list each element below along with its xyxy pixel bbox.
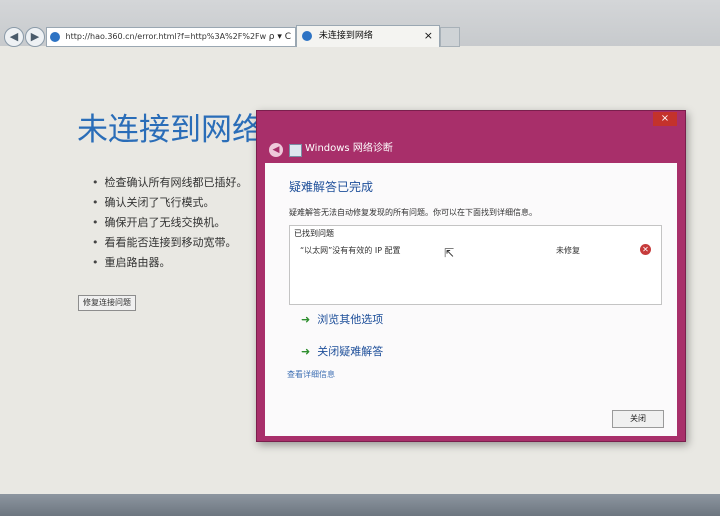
- back-arrow-icon[interactable]: ◀: [269, 143, 283, 157]
- back-icon[interactable]: ◀: [4, 27, 24, 47]
- option-close-troubleshooter[interactable]: ➜ 关闭疑难解答: [301, 343, 383, 359]
- tip-item: 看看能否连接到移动宽带。: [92, 233, 248, 253]
- dialog-body: 疑难解答已完成 疑难解答无法自动修复发现的所有问题。你可以在下面找到详细信息。 …: [265, 163, 677, 436]
- option-label: 关闭疑难解答: [317, 345, 384, 358]
- network-diagnostics-icon: [289, 144, 302, 157]
- error-icon: ✕: [640, 244, 651, 255]
- issues-panel: 已找到问题 “以太网”没有有效的 IP 配置 未修复 ✕ ⇱: [289, 225, 662, 305]
- tip-item: 确保开启了无线交换机。: [92, 213, 248, 233]
- address-text: http://hao.360.cn/error.html?f=http%3A%2…: [65, 32, 267, 41]
- forward-icon[interactable]: ▶: [25, 27, 45, 47]
- taskbar: [0, 494, 720, 516]
- address-bar[interactable]: http://hao.360.cn/error.html?f=http%3A%2…: [46, 27, 296, 47]
- mouse-cursor-icon: ⇱: [444, 246, 455, 260]
- repair-connection-button[interactable]: 修复连接问题: [78, 295, 136, 311]
- option-label: 浏览其他选项: [317, 313, 384, 326]
- tip-item: 检查确认所有网线都已插好。: [92, 173, 248, 193]
- dialog-close-icon[interactable]: ×: [653, 112, 677, 126]
- address-tools[interactable]: ρ ▾ C: [269, 28, 291, 46]
- dialog-title: Windows 网络诊断: [305, 143, 393, 154]
- ie-icon: [50, 31, 60, 42]
- tab-title: 未连接到网络: [318, 31, 373, 41]
- new-tab-button[interactable]: [440, 27, 460, 47]
- tips-list: 检查确认所有网线都已插好。 确认关闭了飞行模式。 确保开启了无线交换机。 看看能…: [92, 173, 248, 273]
- tip-item: 重启路由器。: [92, 253, 248, 273]
- troubleshoot-heading: 疑难解答已完成: [289, 180, 374, 194]
- issue-description[interactable]: “以太网”没有有效的 IP 配置: [300, 245, 401, 256]
- option-browse-more[interactable]: ➜ 浏览其他选项: [301, 311, 383, 327]
- issues-header: 已找到问题: [294, 229, 334, 238]
- tip-item: 确认关闭了飞行模式。: [92, 193, 248, 213]
- page-title: 未连接到网络: [77, 112, 263, 148]
- tab-close-icon[interactable]: ×: [424, 26, 433, 46]
- issue-status: 未修复: [556, 246, 580, 255]
- green-arrow-icon: ➜: [301, 313, 311, 326]
- green-arrow-icon: ➜: [301, 345, 311, 358]
- view-details-link[interactable]: 查看详细信息: [287, 369, 335, 380]
- close-button[interactable]: 关闭: [612, 410, 664, 428]
- tab-current[interactable]: 未连接到网络 ×: [296, 25, 440, 47]
- ie-icon: [302, 30, 312, 41]
- network-diagnostics-dialog: × ◀ Windows 网络诊断 疑难解答已完成 疑难解答无法自动修复发现的所有…: [256, 110, 686, 442]
- troubleshoot-description: 疑难解答无法自动修复发现的所有问题。你可以在下面找到详细信息。: [289, 208, 537, 217]
